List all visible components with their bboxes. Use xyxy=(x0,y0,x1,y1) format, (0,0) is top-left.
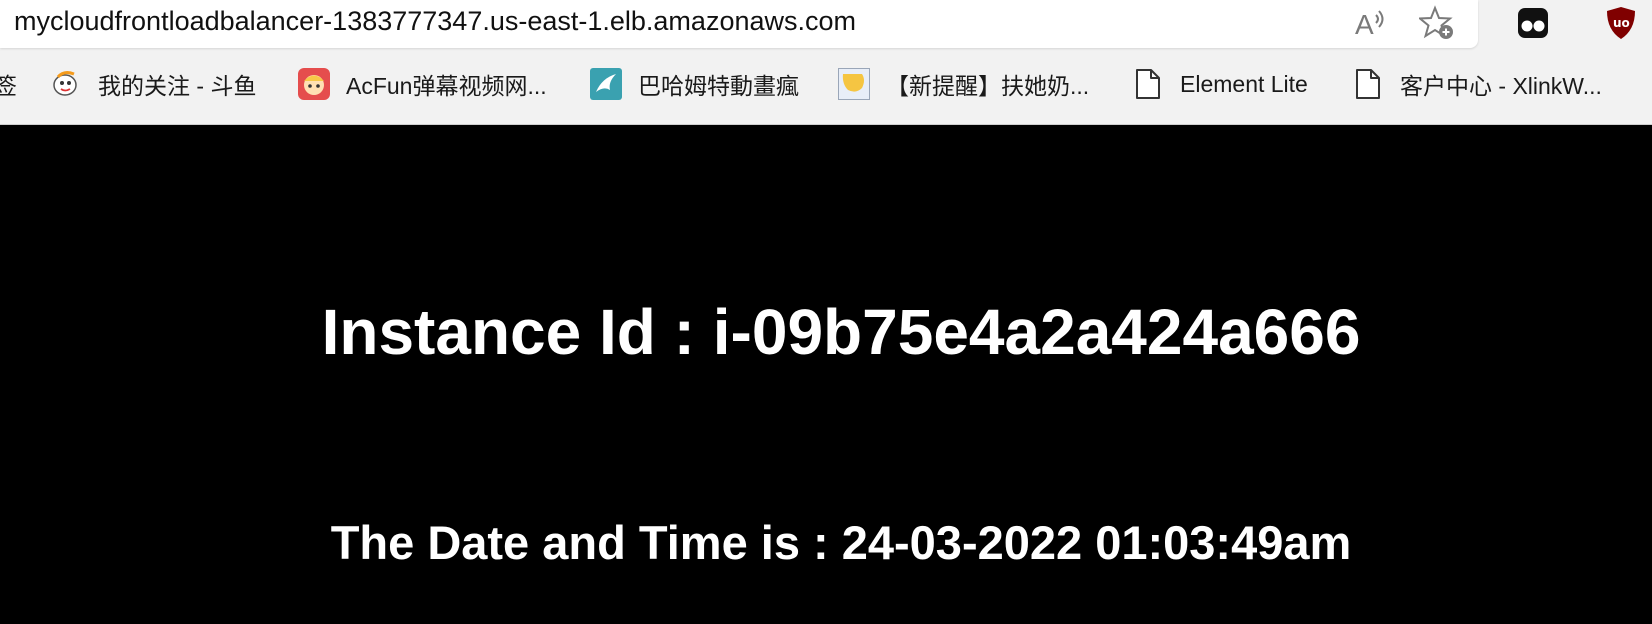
instance-id-heading: Instance Id : i-09b75e4a2a424a666 xyxy=(321,296,1361,368)
page-content: Instance Id : i-09b75e4a2a424a666 The Da… xyxy=(0,125,1652,624)
browser-chrome: mycloudfrontloadbalancer-1383777347.us-e… xyxy=(0,0,1652,125)
acfun-icon xyxy=(298,68,330,100)
page-icon xyxy=(1132,68,1164,100)
svg-text:uo: uo xyxy=(1613,16,1630,30)
read-aloud-icon[interactable]: A xyxy=(1350,4,1388,42)
bookmark-label: 我的关注 - 斗鱼 xyxy=(98,73,257,99)
tampermonkey-extension-icon[interactable] xyxy=(1516,6,1550,40)
bahamut-icon xyxy=(590,68,622,100)
bookmark-label: 客户中心 - XlinkW... xyxy=(1400,73,1602,99)
bookmark-item[interactable]: Element Lite xyxy=(1132,66,1308,102)
bookmarks-bar: 签 我的关注 - 斗鱼 AcFun弹幕视频网... 巴哈姆特動畫瘋 【新提醒】扶… xyxy=(0,62,1652,108)
bookmark-label: AcFun弹幕视频网... xyxy=(346,73,547,99)
bookmark-item[interactable]: 客户中心 - XlinkW... xyxy=(1352,66,1602,102)
ublock-origin-extension-icon[interactable]: uo xyxy=(1604,6,1638,40)
add-favorite-icon[interactable] xyxy=(1418,4,1456,42)
address-bar[interactable]: mycloudfrontloadbalancer-1383777347.us-e… xyxy=(0,0,1478,48)
bookmark-label: 【新提醒】扶她奶... xyxy=(886,73,1090,99)
svg-text:A: A xyxy=(1355,9,1374,40)
bookmark-item[interactable]: 签 xyxy=(0,66,17,102)
url-text[interactable]: mycloudfrontloadbalancer-1383777347.us-e… xyxy=(14,6,856,37)
douyu-icon xyxy=(50,68,82,100)
bookmark-label: 签 xyxy=(0,73,17,99)
site-favicon xyxy=(838,68,870,100)
datetime-heading: The Date and Time is : 24-03-2022 01:03:… xyxy=(330,516,1352,569)
bookmark-item[interactable]: 【新提醒】扶她奶... xyxy=(838,66,1089,102)
bookmark-item[interactable]: AcFun弹幕视频网... xyxy=(298,66,547,102)
bookmark-item[interactable]: 巴哈姆特動畫瘋 xyxy=(590,66,799,102)
bookmark-label: Element Lite xyxy=(1180,70,1308,97)
bookmark-label: 巴哈姆特動畫瘋 xyxy=(638,73,799,99)
page-icon xyxy=(1352,68,1384,100)
bookmark-item[interactable]: 我的关注 - 斗鱼 xyxy=(50,66,256,102)
